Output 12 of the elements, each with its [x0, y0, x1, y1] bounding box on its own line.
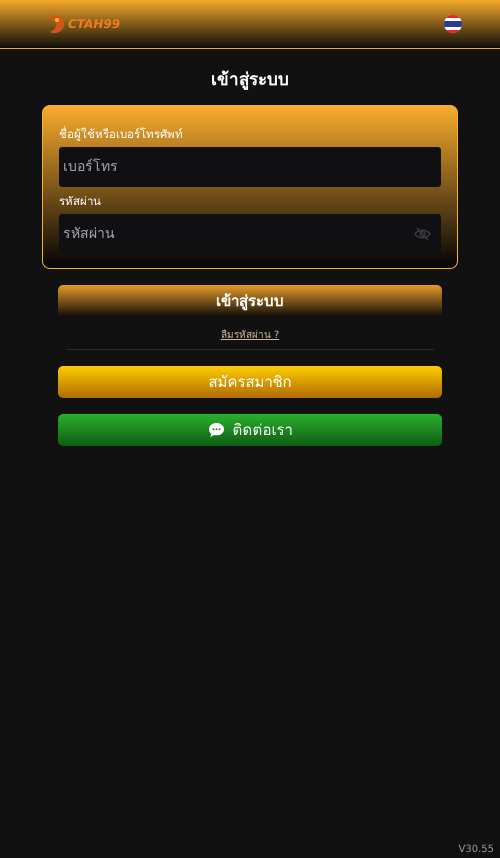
input-field[interactable]: เบอร์โทร [59, 147, 441, 187]
chat-bubble-icon [208, 422, 224, 438]
forgot-password-link[interactable]: ลืมรหัสผ่าน ? [220, 327, 280, 342]
contact-button[interactable]: ติดต่อเรา [58, 414, 442, 446]
version-text: V30.55 [458, 844, 494, 855]
page-title: เข้าสู่ระบบ [210, 69, 290, 92]
logo-text: CTAH99 [68, 17, 120, 31]
login-button[interactable]: เข้าสู่ระบบ [58, 285, 442, 317]
password-field[interactable]: รหัสผ่าน [59, 214, 441, 254]
field-label: ชื่อผู้ใช้หรือเบอร์โทรศัพท์ [59, 126, 184, 142]
field-label: รหัสผ่าน [59, 193, 102, 209]
flag-icon[interactable] [444, 15, 462, 33]
